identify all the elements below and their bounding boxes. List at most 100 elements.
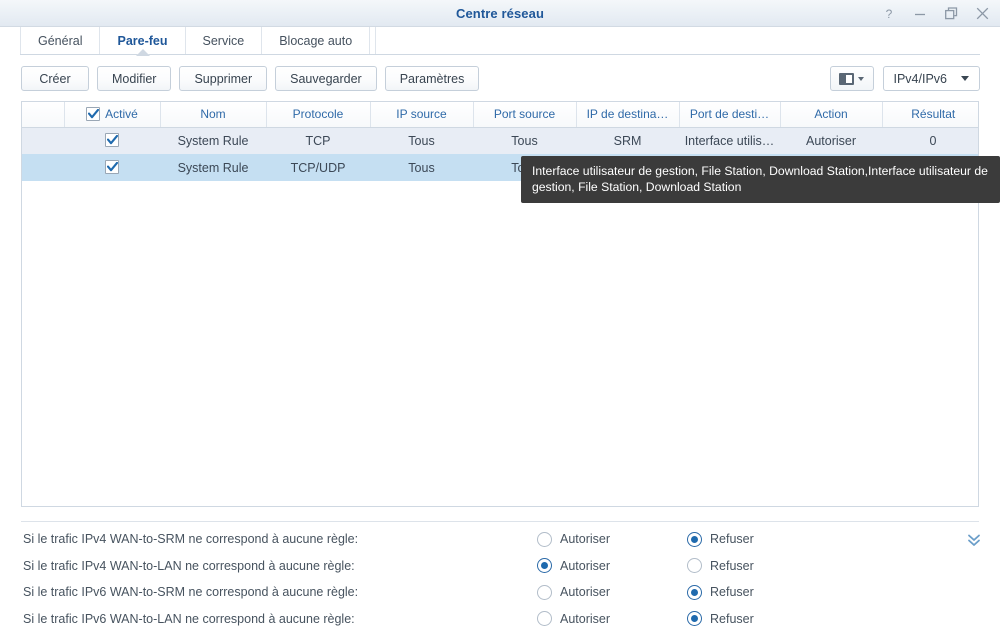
ip-protocol-select-value: IPv4/IPv6 — [893, 71, 948, 86]
policy-label: Si le trafic IPv4 WAN-to-SRM ne correspo… — [23, 532, 359, 547]
policy-deny-option[interactable]: Refuser — [687, 531, 754, 547]
radio-allow[interactable] — [537, 558, 552, 574]
radio-allow[interactable] — [537, 611, 552, 627]
minimize-icon[interactable] — [912, 6, 928, 22]
chevron-down-icon — [858, 76, 864, 81]
row-destination-port-cell[interactable]: Interface utilis… — [679, 127, 780, 154]
cell-tooltip: Interface utilisateur de gestion, File S… — [521, 156, 1000, 203]
settings-divider — [21, 521, 979, 522]
close-icon[interactable] — [974, 6, 990, 22]
select-all-checkbox[interactable] — [86, 107, 101, 122]
row-protocol-cell: TCP — [266, 127, 370, 154]
policy-allow-option[interactable]: Autoriser — [537, 584, 611, 600]
policy-row-ipv6-wan-to-srm: Si le trafic IPv6 WAN-to-SRM ne correspo… — [0, 579, 1000, 606]
row-source-ip-cell: Tous — [370, 127, 473, 154]
column-header-source-port[interactable]: Port source — [473, 102, 577, 128]
help-icon[interactable]: ? — [881, 6, 897, 22]
toolbar: Créer Modifier Supprimer Sauvegarder Par… — [0, 56, 1000, 100]
column-header-handle[interactable] — [22, 102, 65, 128]
rules-grid-header: Activé Nom Protocole IP source Port sour… — [22, 102, 978, 128]
policy-allow-option[interactable]: Autoriser — [537, 531, 611, 547]
settings-button[interactable]: Paramètres — [384, 66, 480, 91]
edit-button[interactable]: Modifier — [97, 66, 172, 91]
column-header-destination-port[interactable]: Port de desti… — [679, 102, 781, 128]
network-center-window: Centre réseau ? Général Pare-feu Service… — [0, 0, 1000, 641]
tab-underline — [20, 54, 980, 55]
row-result-cell: 0 — [882, 127, 978, 154]
policy-deny-option[interactable]: Refuser — [687, 611, 754, 627]
row-destination-ip-cell: SRM — [576, 127, 679, 154]
tab-label: Blocage auto — [279, 34, 353, 48]
radio-deny-label: Refuser — [710, 558, 754, 573]
panel-layout-icon — [839, 72, 854, 85]
radio-allow[interactable] — [537, 584, 552, 600]
radio-deny-label: Refuser — [710, 585, 754, 600]
tab-auto-block[interactable]: Blocage auto — [262, 27, 371, 55]
tab-label: Pare-feu — [117, 34, 168, 48]
policy-deny-option[interactable]: Refuser — [687, 584, 754, 600]
row-handle-cell — [22, 127, 64, 154]
double-chevron-down-icon[interactable] — [964, 530, 984, 550]
view-layout-button[interactable] — [829, 66, 874, 91]
radio-allow-label: Autoriser — [560, 585, 611, 600]
policy-allow-option[interactable]: Autoriser — [537, 558, 611, 574]
tab-label: Service — [202, 34, 245, 48]
policy-row-ipv4-wan-to-lan: Si le trafic IPv4 WAN-to-LAN ne correspo… — [0, 553, 1000, 580]
tab-label: Général — [38, 34, 83, 48]
chevron-down-icon — [961, 76, 969, 81]
row-handle-cell — [22, 154, 64, 181]
column-header-name[interactable]: Nom — [160, 102, 267, 128]
ip-protocol-select[interactable]: IPv4/IPv6 — [882, 66, 980, 91]
policy-allow-option[interactable]: Autoriser — [537, 611, 611, 627]
toolbar-view-options: IPv4/IPv6 — [829, 66, 980, 91]
column-header-source-ip[interactable]: IP source — [370, 102, 474, 128]
svg-text:?: ? — [886, 7, 893, 21]
column-header-destination-ip[interactable]: IP de destina… — [576, 102, 680, 128]
active-tab-notch — [135, 49, 150, 56]
radio-allow[interactable] — [537, 531, 552, 547]
tab-list: Général Pare-feu Service Blocage auto — [20, 27, 377, 56]
row-name-cell: System Rule — [160, 154, 266, 181]
tab-general[interactable]: Général — [20, 27, 101, 55]
save-button[interactable]: Sauvegarder — [275, 66, 377, 91]
tab-firewall[interactable]: Pare-feu — [100, 27, 186, 56]
default-policy-settings: Si le trafic IPv4 WAN-to-SRM ne correspo… — [0, 526, 1000, 632]
radio-deny[interactable] — [687, 531, 702, 547]
radio-deny-label: Refuser — [710, 611, 754, 626]
radio-deny[interactable] — [687, 611, 702, 627]
tab-trailing-spacer — [370, 27, 377, 55]
create-button[interactable]: Créer — [21, 66, 89, 91]
column-header-protocol[interactable]: Protocole — [266, 102, 371, 128]
column-header-result[interactable]: Résultat — [882, 102, 978, 128]
row-source-ip-cell: Tous — [370, 154, 473, 181]
row-enabled-cell[interactable] — [64, 127, 160, 154]
window-title: Centre réseau — [455, 6, 544, 21]
radio-deny[interactable] — [687, 558, 702, 574]
row-enabled-checkbox[interactable] — [105, 133, 119, 148]
tab-bar: Général Pare-feu Service Blocage auto — [0, 27, 1000, 56]
radio-allow-label: Autoriser — [560, 611, 611, 626]
maximize-icon[interactable] — [943, 6, 959, 22]
row-action-cell: Autoriser — [780, 127, 882, 154]
row-enabled-cell[interactable] — [64, 154, 160, 181]
header-row: Activé Nom Protocole IP source Port sour… — [22, 102, 978, 128]
radio-deny[interactable] — [687, 584, 702, 600]
policy-deny-option[interactable]: Refuser — [687, 558, 754, 574]
row-source-port-cell: Tous — [473, 127, 576, 154]
radio-deny-label: Refuser — [710, 532, 754, 547]
column-header-label: Activé — [105, 107, 138, 122]
tab-service[interactable]: Service — [186, 27, 263, 55]
row-enabled-checkbox[interactable] — [105, 160, 119, 174]
radio-allow-label: Autoriser — [560, 532, 611, 547]
policy-row-ipv4-wan-to-srm: Si le trafic IPv4 WAN-to-SRM ne correspo… — [0, 526, 1000, 553]
radio-allow-label: Autoriser — [560, 558, 611, 573]
delete-button[interactable]: Supprimer — [179, 66, 268, 91]
column-header-enabled[interactable]: Activé — [64, 102, 161, 128]
policy-label: Si le trafic IPv4 WAN-to-LAN ne correspo… — [23, 558, 355, 573]
title-bar: Centre réseau ? — [0, 0, 1000, 27]
table-row[interactable]: System Rule TCP Tous Tous SRM Interface … — [22, 127, 978, 154]
window-controls: ? — [881, 0, 990, 27]
toolbar-actions: Créer Modifier Supprimer Sauvegarder Par… — [21, 66, 480, 91]
column-header-action[interactable]: Action — [780, 102, 883, 128]
policy-label: Si le trafic IPv6 WAN-to-SRM ne correspo… — [23, 585, 359, 600]
